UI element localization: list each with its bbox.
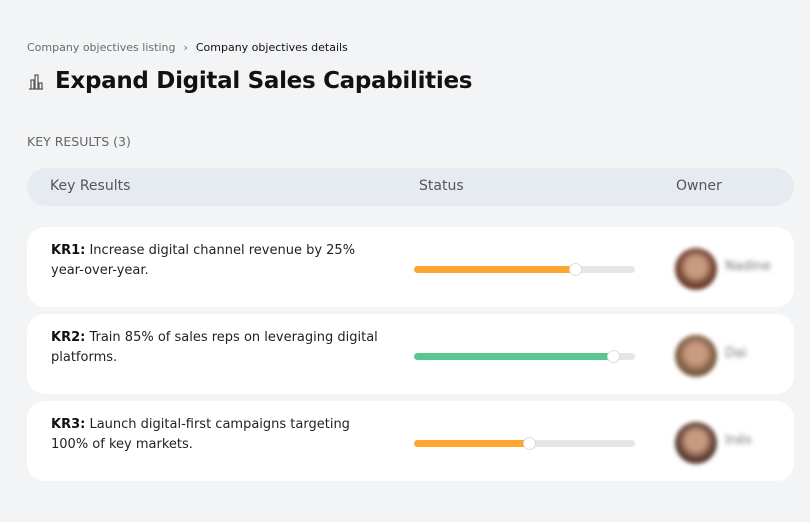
table-row[interactable]: KR3: Launch digital-first campaigns targ…	[27, 401, 794, 481]
progress-slider[interactable]	[414, 437, 635, 450]
header-key-results: Key Results	[50, 178, 131, 194]
breadcrumb-parent-link[interactable]: Company objectives listing	[27, 41, 175, 54]
page-title: Expand Digital Sales Capabilities	[55, 68, 473, 94]
chevron-right-icon: ›	[183, 41, 188, 54]
key-result-code: KR2:	[51, 330, 86, 345]
key-result-text: KR1: Increase digital channel revenue by…	[51, 241, 381, 281]
owner-name: Dai	[725, 346, 747, 361]
key-result-text: KR2: Train 85% of sales reps on leveragi…	[51, 328, 381, 368]
progress-slider[interactable]	[414, 350, 635, 363]
progress-slider[interactable]	[414, 263, 635, 276]
section-label: KEY RESULTS (3)	[27, 134, 131, 149]
owner-name: Nadine	[725, 259, 771, 274]
progress-thumb[interactable]	[569, 263, 583, 276]
breadcrumb-current: Company objectives details	[195, 41, 348, 54]
building-chart-icon	[29, 74, 43, 90]
key-result-description: Launch digital-first campaigns targeting…	[51, 417, 350, 452]
progress-thumb[interactable]	[522, 437, 536, 450]
key-result-text: KR3: Launch digital-first campaigns targ…	[51, 415, 381, 455]
key-result-code: KR3:	[51, 417, 86, 432]
progress-fill	[414, 353, 613, 360]
owner-name: Inés	[725, 433, 752, 448]
progress-fill	[414, 440, 529, 447]
progress-thumb[interactable]	[606, 350, 620, 363]
breadcrumb: Company objectives listing › Company obj…	[27, 41, 348, 54]
key-result-code: KR1:	[51, 243, 86, 258]
table-header: Key Results Status Owner	[27, 168, 794, 206]
header-owner: Owner	[676, 178, 722, 194]
table-row[interactable]: KR2: Train 85% of sales reps on leveragi…	[27, 314, 794, 394]
avatar	[675, 248, 717, 290]
key-result-description: Train 85% of sales reps on leveraging di…	[51, 330, 378, 365]
page-header: Expand Digital Sales Capabilities	[27, 68, 472, 94]
table-row[interactable]: KR1: Increase digital channel revenue by…	[27, 227, 794, 307]
avatar	[675, 422, 717, 464]
progress-fill	[414, 266, 576, 273]
key-result-description: Increase digital channel revenue by 25% …	[51, 243, 356, 278]
avatar	[675, 335, 717, 377]
header-status: Status	[419, 178, 464, 194]
